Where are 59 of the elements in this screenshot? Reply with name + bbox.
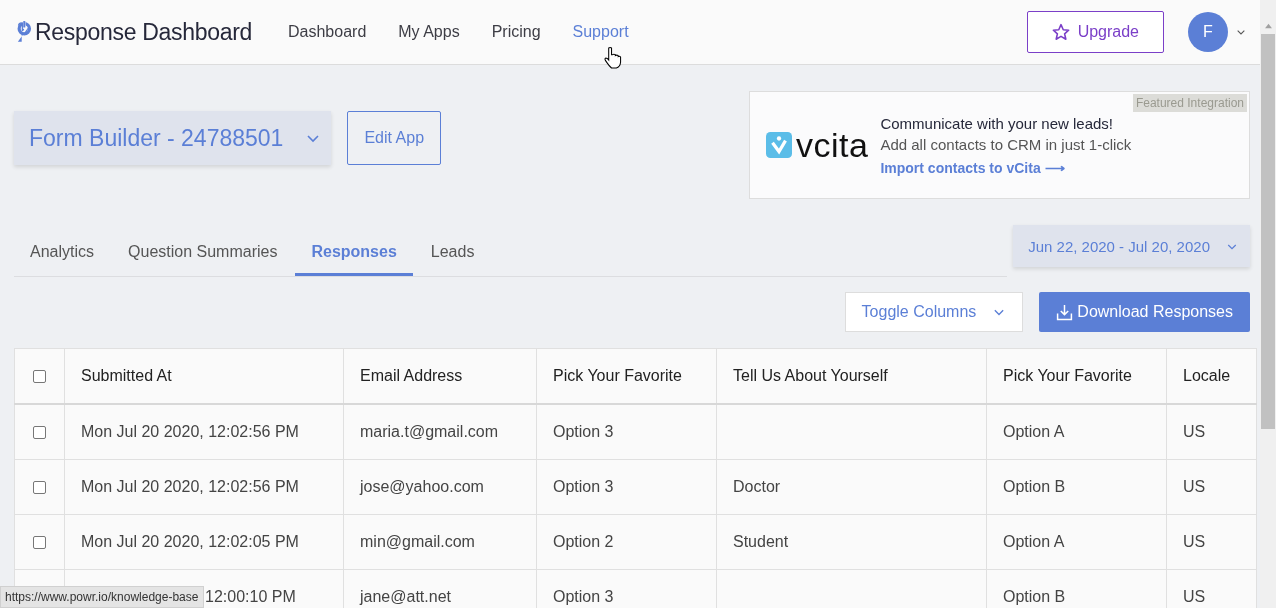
table-cell: Mon Jul 20 2020, 12:02:56 PM (81, 423, 299, 440)
nav-link[interactable]: Support (572, 23, 629, 41)
table-cell: Doctor (733, 478, 781, 495)
checkmark-logo-icon (766, 132, 792, 158)
logo-text: vcita (796, 125, 869, 165)
import-link[interactable]: Import contacts to vCita ⟶ (880, 159, 1132, 176)
column-header[interactable]: Email Address (343, 348, 537, 404)
checkbox[interactable] (33, 481, 46, 495)
nav-link[interactable]: My Apps (398, 23, 460, 41)
table-cell: Mon Jul 20 2020, 12:02:56 PM (81, 478, 299, 495)
promo-text: Add all contacts to CRM in just 1-click (880, 135, 1132, 153)
checkbox[interactable] (33, 536, 46, 550)
table-cell: Option A (1003, 423, 1065, 440)
tab[interactable]: Analytics (14, 235, 111, 276)
star-icon (1051, 23, 1070, 41)
column-header[interactable]: Pick Your Favorite (536, 348, 717, 404)
checkbox[interactable] (33, 426, 46, 440)
chevron-down-icon (305, 132, 322, 144)
upgrade-button[interactable]: Upgrade (1026, 11, 1164, 53)
table-cell: maria.t@gmail.com (360, 423, 499, 440)
scroll-thumb[interactable] (1261, 34, 1275, 429)
scroll-up-icon (1263, 23, 1273, 29)
checkbox[interactable] (33, 370, 46, 384)
download-button[interactable]: Download Responses (1039, 292, 1250, 332)
table-cell: Option B (1003, 588, 1066, 605)
column-header[interactable]: Submitted At (64, 348, 344, 404)
column-header[interactable]: Locale (1166, 348, 1257, 404)
avatar[interactable]: F (1188, 12, 1228, 52)
edit-app-button[interactable]: Edit App (347, 111, 442, 165)
tab[interactable]: Question Summaries (112, 235, 294, 276)
table-cell: Option 3 (553, 588, 614, 605)
table-cell: Option B (1003, 478, 1066, 495)
status-url: https://www.powr.io/knowledge-base (0, 586, 205, 608)
table-cell: US (1183, 588, 1206, 605)
table-cell: Option A (1003, 533, 1065, 550)
column-header[interactable]: Tell Us About Yourself (716, 348, 987, 404)
nav-link[interactable]: Dashboard (288, 23, 367, 41)
table-cell: Option 2 (553, 533, 614, 550)
chevron-down-icon (1236, 28, 1246, 36)
featured-badge: Featured Integration (1132, 94, 1247, 112)
table-cell: Mon Jul 20 2020, 12:02:05 PM (81, 533, 299, 550)
table-cell: Option 3 (553, 423, 614, 440)
toggle-columns-dropdown[interactable]: Toggle Columns (844, 292, 1024, 332)
promo-title: Communicate with your new leads! (880, 114, 1115, 132)
table-cell: jose@yahoo.com (360, 478, 484, 495)
table-cell: jane@att.net (360, 588, 451, 605)
tab[interactable]: Responses (295, 235, 413, 276)
table-cell: US (1183, 478, 1206, 495)
download-icon (1056, 303, 1074, 321)
app-title: Response Dashboard (35, 18, 253, 46)
table-cell: US (1183, 423, 1206, 440)
table-cell: Option 3 (553, 478, 614, 495)
column-header[interactable]: Pick Your Favorite (986, 348, 1167, 404)
tab[interactable]: Leads (414, 235, 491, 276)
table-cell: min@gmail.com (360, 533, 475, 550)
table-cell: 12:00:10 PM (205, 588, 296, 605)
table-cell: Student (733, 533, 789, 550)
table-cell: US (1183, 533, 1206, 550)
nav-link[interactable]: Pricing (491, 23, 541, 41)
